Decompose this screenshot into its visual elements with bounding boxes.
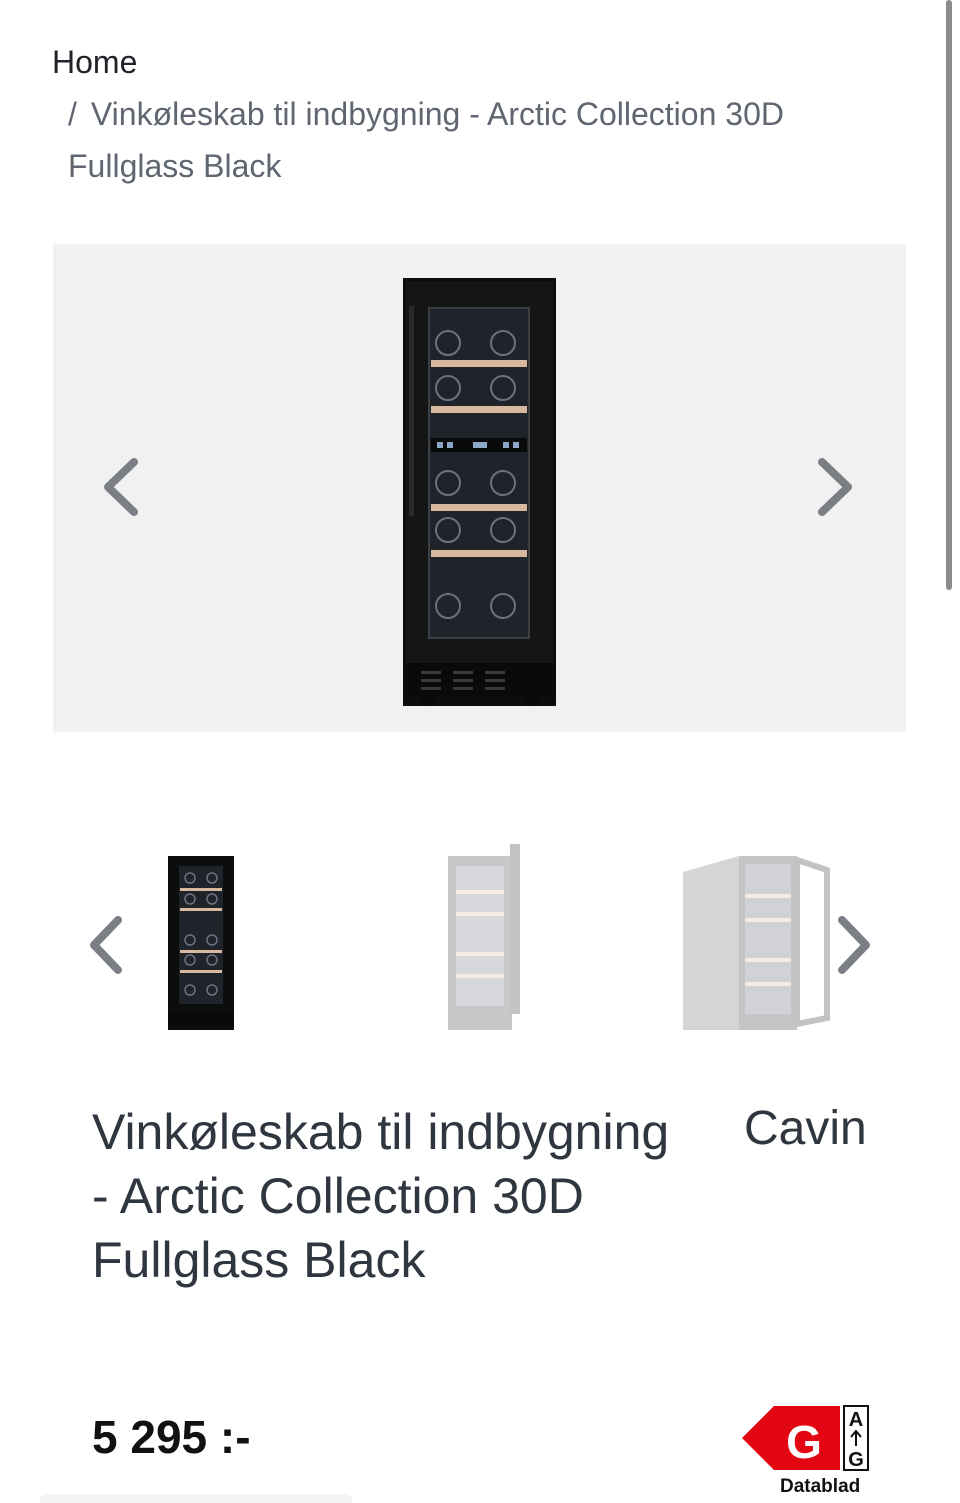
chevron-right-icon	[818, 458, 852, 516]
thumbnail-side[interactable]	[683, 854, 833, 1030]
datasheet-link[interactable]: Datablad	[780, 1476, 860, 1498]
thumbnail-front[interactable]	[168, 856, 234, 1030]
chevron-right-icon	[838, 916, 870, 974]
chevron-left-icon	[104, 458, 138, 516]
wine-cooler-image	[403, 278, 556, 706]
energy-scale-top: A	[849, 1409, 863, 1431]
breadcrumb: Home / Vinkøleskab til indbygning - Arcti…	[52, 36, 902, 192]
sticky-bar-edge	[40, 1494, 352, 1503]
chevron-left-icon	[90, 916, 122, 974]
page-scrollbar[interactable]	[946, 0, 952, 590]
energy-scale-bottom: G	[848, 1449, 864, 1471]
energy-class-text: G	[786, 1416, 822, 1468]
breadcrumb-current: / Vinkøleskab til indbygning - Arctic Col…	[52, 88, 902, 192]
product-title: Vinkøleskab til indbygning - Arctic Coll…	[92, 1104, 670, 1288]
gallery-prev-button[interactable]	[96, 454, 144, 520]
thumbnail-prev-button[interactable]	[82, 912, 130, 978]
thumbnail-next-button[interactable]	[830, 912, 878, 978]
product-brand[interactable]: Cavin	[744, 1100, 867, 1158]
thumbnail-door-open[interactable]	[446, 842, 526, 1030]
breadcrumb-home-link[interactable]: Home	[52, 36, 902, 88]
gallery-next-button[interactable]	[812, 454, 860, 520]
product-price: 5 295 :-	[92, 1411, 251, 1463]
breadcrumb-separator: /	[68, 96, 77, 132]
breadcrumb-current-label: Vinkøleskab til indbygning - Arctic Coll…	[68, 96, 784, 184]
